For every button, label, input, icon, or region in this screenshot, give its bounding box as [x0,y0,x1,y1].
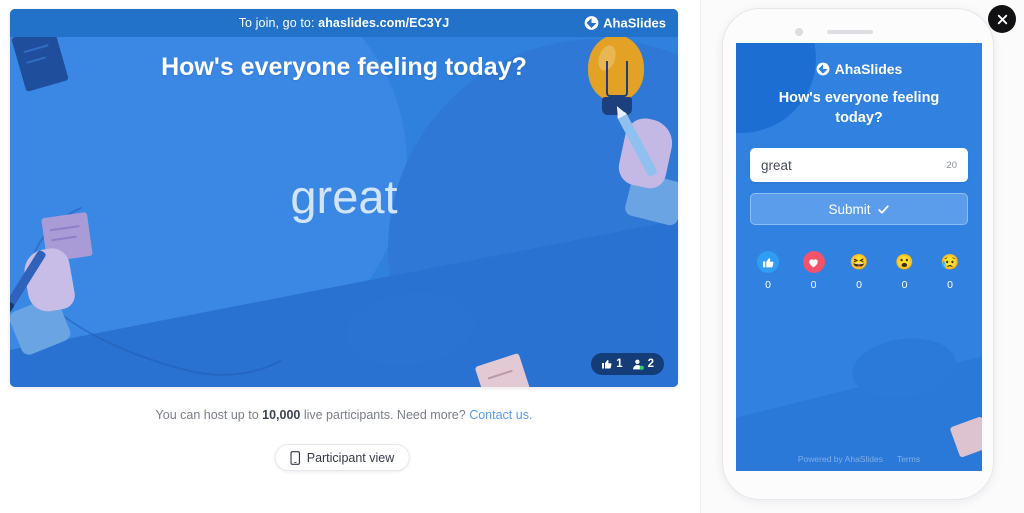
reaction-count: 0 [810,279,817,292]
reaction-heart[interactable]: 0 [798,251,830,291]
votes-group: 1 [601,358,623,370]
contact-us-link[interactable]: Contact us [469,408,529,422]
slide-stats-pill: 1 2 [591,353,664,375]
join-code: ahaslides.com/EC3YJ [318,16,450,30]
caption-part-3: . [528,408,533,422]
laughing-face-icon: 😆 [849,253,869,271]
close-button[interactable] [988,5,1016,33]
powered-by-label: Powered by AhaSlides [797,454,883,464]
app-root: To join, go to: ahaslides.com/EC3YJ AhaS… [0,0,1024,513]
caption-limit: 10,000 [262,408,301,422]
participant-view-label: Participant view [306,450,395,465]
reaction-count: 0 [765,279,771,292]
reaction-sad[interactable]: 😥 0 [934,251,966,292]
reaction-count: 0 [947,279,953,292]
answer-input[interactable]: great 20 [750,148,968,183]
participant-view-button[interactable]: Participant view [274,444,410,471]
participants-icon [632,359,644,370]
reaction-thumbs-up[interactable]: 0 [752,251,784,291]
phone-mockup: AhaSlides How's everyone feeling today? … [722,8,994,500]
slide-question-title: How's everyone feeling today? [161,53,527,81]
join-instruction-text: To join, go to: ahaslides.com/EC3YJ [239,16,450,30]
phone-camera-dot [795,28,803,36]
slide-answer-word: great [290,170,398,223]
brand-name: AhaSlides [603,15,666,31]
reaction-laughing[interactable]: 😆 0 [843,251,875,292]
votes-count: 1 [616,358,623,370]
thumbs-up-icon [602,359,612,369]
participants-count: 2 [647,358,654,370]
phone-ahaslides-logo: AhaSlides [736,61,982,77]
reaction-count: 0 [901,279,908,292]
ahaslides-mark-icon [584,16,599,30]
reaction-bar: 0 0 😆 0 😮 0 😥 0 [752,251,966,291]
character-counter: 20 [946,159,957,171]
ahaslides-logo: AhaSlides [584,16,666,31]
mobile-phone-icon [290,450,300,465]
close-icon [997,14,1007,24]
reaction-count: 0 [856,279,862,292]
terms-link[interactable]: Terms [897,454,920,464]
hand-with-note-illustration [10,207,126,387]
submit-button-label: Submit [828,201,871,217]
participants-group: 2 [632,358,654,371]
join-instruction-bar: To join, go to: ahaslides.com/EC3YJ AhaS… [10,9,678,37]
participant-view-screen[interactable]: AhaSlides How's everyone feeling today? … [736,43,982,471]
participant-limit-caption: You can host up to 10,000 live participa… [10,408,678,422]
ahaslides-mark-icon [816,62,830,76]
phone-speaker-bar [827,30,873,34]
answer-input-value: great [761,157,792,173]
sad-face-icon: 😥 [940,253,960,271]
phone-footer: Powered by AhaSlides Terms [736,454,982,464]
submit-button[interactable]: Submit [750,193,968,226]
thumbs-up-icon [757,251,779,274]
phone-question-text: How's everyone feeling today? [778,90,940,126]
caption-part-1: You can host up to [155,408,263,422]
heart-icon [802,251,825,274]
presenter-slide[interactable]: To join, go to: ahaslides.com/EC3YJ AhaS… [10,9,678,387]
phone-brand-name: AhaSlides [834,61,903,77]
caption-part-2: live participants. Need more? [300,408,470,422]
check-icon [877,205,889,214]
surprised-face-icon: 😮 [895,253,914,271]
reaction-surprised[interactable]: 😮 0 [889,251,921,292]
join-prefix: To join, go to: [238,16,315,30]
lightbulb-base [602,97,632,115]
